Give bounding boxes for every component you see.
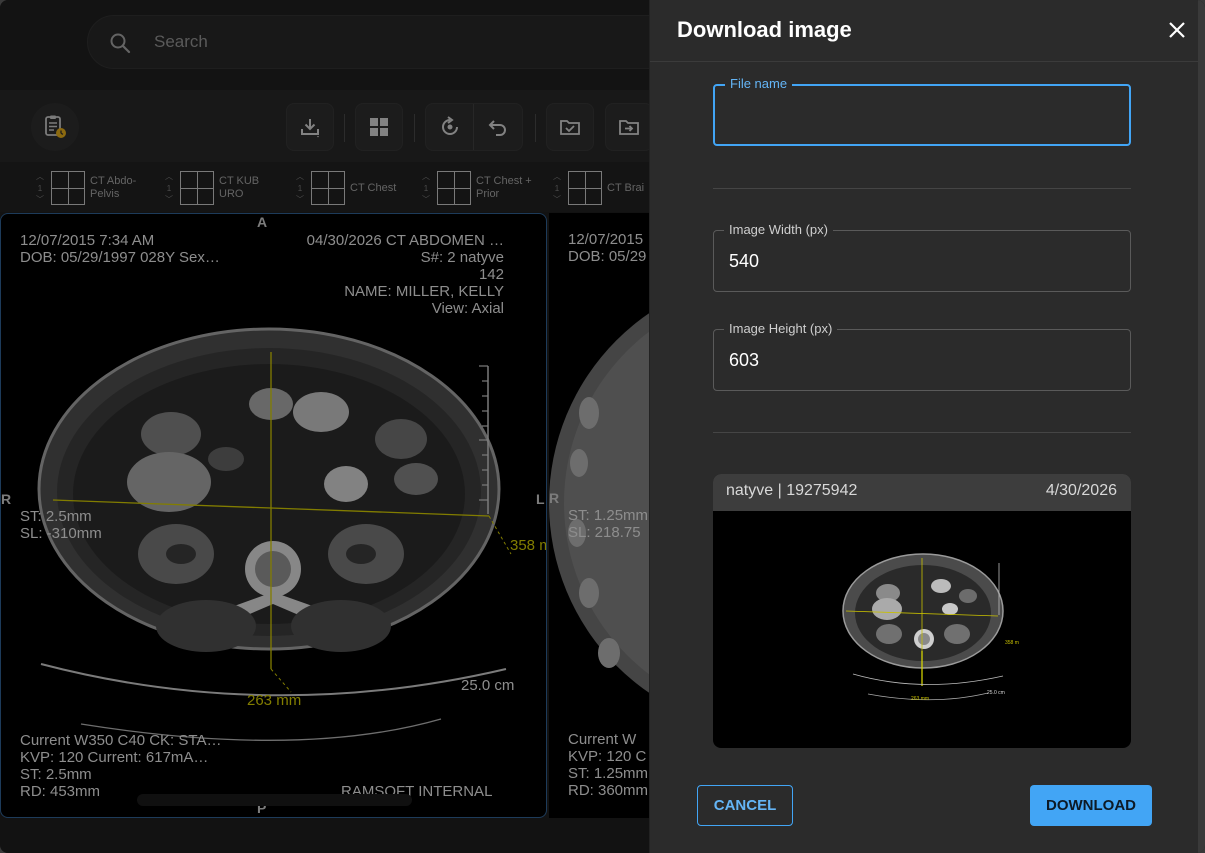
close-button[interactable] [1163,16,1191,44]
preview-patient-label: natyve | 19275942 [726,482,858,499]
drawer-title: Download image [677,17,852,42]
file-name-field[interactable]: File name [713,76,1131,146]
preview-date-label: 4/30/2026 [1045,482,1117,499]
image-height-field[interactable]: Image Height (px) 603 [713,321,1131,391]
image-width-field[interactable]: Image Width (px) 540 [713,222,1131,292]
image-preview: natyve | 19275942 4/30/2026 358 m 263 mm… [713,474,1131,748]
drawer-divider [650,61,1205,62]
preview-measure-h: 263 mm [911,696,929,702]
download-image-drawer: Download image File name Image Width (px… [649,0,1205,853]
cancel-button[interactable]: CANCEL [697,785,793,826]
image-height-value: 603 [729,350,760,370]
section-divider [713,432,1131,433]
app-window: Search ︿ 1 ﹀ CT Abdo-Pelvis ︿ 1 ﹀ CT KUB… [0,0,1205,853]
preview-scale-label: 25.0 cm [987,690,1005,696]
image-height-label: Image Height (px) [724,321,838,336]
section-divider [713,188,1131,189]
window-edge [1198,0,1205,853]
modal-backdrop[interactable] [0,0,650,853]
preview-measure-v: 358 m [1005,640,1019,646]
close-icon [1169,22,1185,38]
image-width-value: 540 [729,251,760,271]
file-name-label: File name [725,76,793,91]
preview-ct-thumbnail: 358 m 263 mm 25.0 cm [842,553,1019,702]
download-button[interactable]: DOWNLOAD [1030,785,1152,826]
preview-header: natyve | 19275942 4/30/2026 [713,474,1131,511]
image-width-label: Image Width (px) [724,222,833,237]
